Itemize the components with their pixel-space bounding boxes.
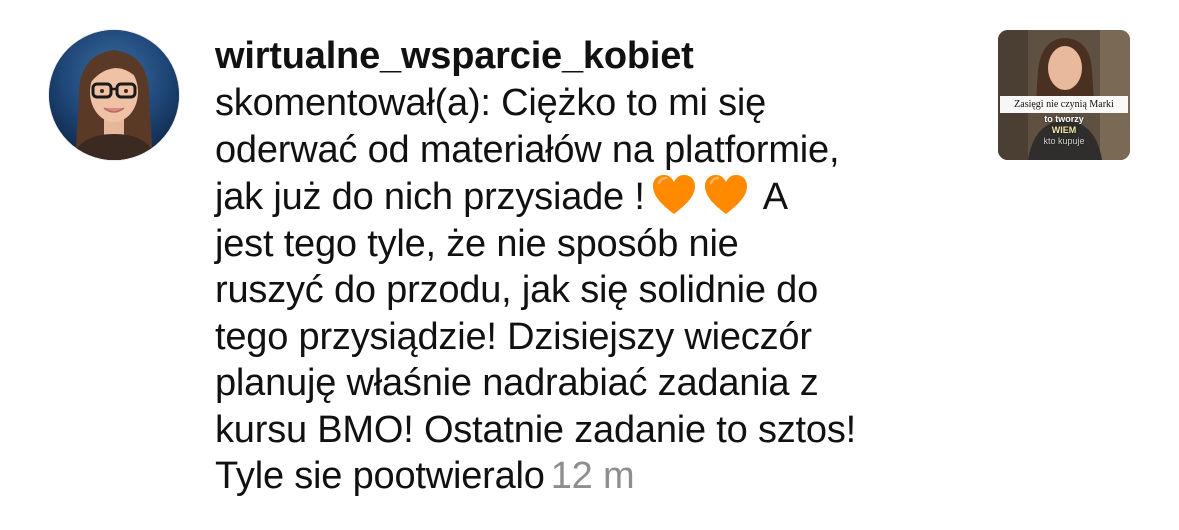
comment-notification[interactable]: wirtualne_wsparcie_kobiet skomentował(a)…: [0, 0, 1179, 530]
thumbnail-overlay-text: WIEM: [1051, 125, 1077, 135]
comment-line: tego przysiądzie! Dzisiejszy wieczór: [215, 315, 812, 358]
comment-line-text: Tyle sie pootwieralo: [215, 455, 545, 497]
comment-line: planuję właśnie nadrabiać zadania z: [215, 362, 819, 404]
thumbnail-caption: Zasięgi nie czynią Marki: [1000, 96, 1128, 113]
post-thumbnail[interactable]: Zasięgi nie czynią Marki to tworzy WIEM …: [998, 30, 1130, 160]
avatar-portrait-image: [49, 30, 179, 160]
username[interactable]: wirtualne_wsparcie_kobiet: [215, 32, 975, 80]
comment-text-block: wirtualne_wsparcie_kobiet skomentował(a)…: [215, 32, 975, 500]
orange-heart-icon: [651, 173, 697, 217]
comment-line: Tyle sie pootwieralo 12 m: [215, 453, 975, 500]
comment-line: ruszyć do przodu, jak się solidnie do: [215, 269, 819, 311]
comment-line: jak już do nich przysiade ! A: [215, 173, 975, 221]
comment-line: jest tego tyle, że nie sposób nie: [215, 222, 739, 265]
comment-line: skomentował(a): Ciężko to mi się: [215, 82, 767, 124]
comment-line: oderwać od materiałów na platformie,: [215, 128, 840, 171]
orange-heart-icon: [703, 173, 749, 217]
comment-line: kursu BMO! Ostatnie zadanie to sztos!: [215, 408, 856, 451]
timestamp: 12 m: [550, 455, 635, 497]
comment-line-text: jak już do nich przysiade !: [215, 176, 645, 218]
thumbnail-overlay-text: kto kupuje: [1043, 136, 1085, 146]
comment-line-text: A: [762, 176, 788, 218]
user-avatar[interactable]: [49, 30, 179, 160]
thumbnail-overlay-text: to tworzy: [1044, 114, 1084, 124]
